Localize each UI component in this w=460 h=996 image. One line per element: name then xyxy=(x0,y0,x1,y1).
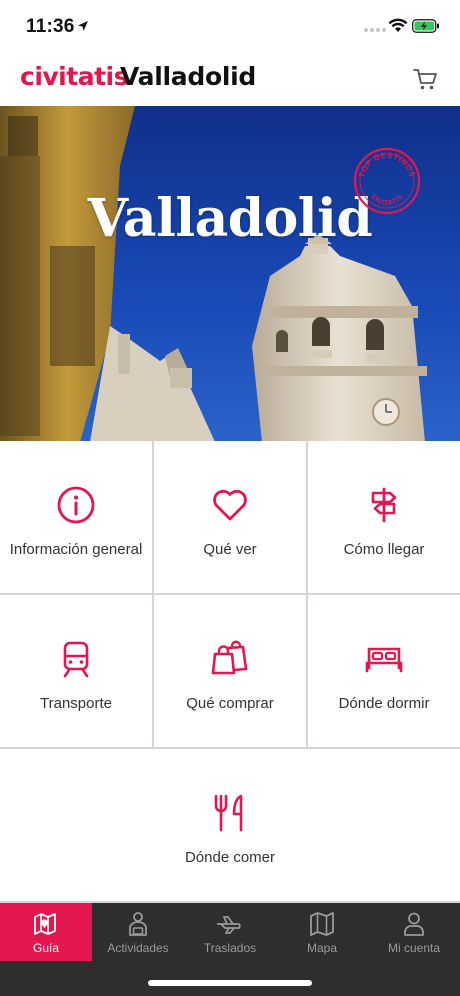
folded-map-icon xyxy=(310,912,334,936)
tab-mi-cuenta[interactable]: Mi cuenta xyxy=(368,903,460,961)
tile-label: Qué ver xyxy=(203,541,257,558)
page-title: Valladolid xyxy=(120,62,256,91)
tile-label: Cómo llegar xyxy=(343,541,425,558)
tab-mapa[interactable]: Mapa xyxy=(276,903,368,961)
tile-que-ver[interactable]: Qué ver xyxy=(154,441,306,593)
tab-guia[interactable]: Guía xyxy=(0,903,92,961)
activities-icon xyxy=(129,912,147,936)
bed-icon xyxy=(365,647,403,673)
tile-label: Dónde dormir xyxy=(338,695,430,712)
tab-label: Mi cuenta xyxy=(387,941,441,955)
tile-label: Información general xyxy=(9,541,143,558)
hero-banner: Valladolid TOP DESTINOS CIVITATIS xyxy=(0,106,460,442)
tile-como-llegar[interactable]: Cómo llegar xyxy=(308,441,460,593)
tab-label: Guía xyxy=(32,941,59,955)
tab-actividades[interactable]: Actividades xyxy=(92,903,184,961)
guide-grid: Información general Qué ver Cómo llegar xyxy=(0,441,460,903)
app-header: civitatis Valladolid xyxy=(0,56,460,106)
battery-charging-icon xyxy=(412,19,439,33)
wifi-icon xyxy=(388,18,408,32)
info-circle-icon xyxy=(57,486,95,524)
heart-icon xyxy=(213,489,247,521)
location-arrow-icon xyxy=(78,21,88,31)
tile-label: Qué comprar xyxy=(186,695,274,712)
map-icon xyxy=(34,913,56,935)
tab-label: Traslados xyxy=(203,941,257,955)
home-indicator[interactable] xyxy=(148,980,312,986)
fork-knife-icon xyxy=(214,794,243,832)
signpost-icon xyxy=(371,487,397,523)
tile-que-comprar[interactable]: Qué comprar xyxy=(154,595,306,747)
tab-label: Actividades xyxy=(107,941,169,955)
shopping-bags-icon xyxy=(211,640,248,675)
brand-logo[interactable]: civitatis xyxy=(20,62,128,91)
stamp-top-text: TOP DESTINOS xyxy=(357,151,416,179)
status-bar: 11:36 xyxy=(0,0,460,56)
tile-transporte[interactable]: Transporte xyxy=(0,595,152,747)
tile-donde-dormir[interactable]: Dónde dormir xyxy=(308,595,460,747)
plane-icon xyxy=(217,916,241,934)
status-time: 11:36 xyxy=(26,16,75,37)
tab-label: Mapa xyxy=(306,941,338,955)
user-icon xyxy=(404,912,424,936)
top-destinos-stamp: TOP DESTINOS CIVITATIS xyxy=(353,147,421,215)
signal-dots-icon xyxy=(364,28,386,32)
tab-traslados[interactable]: Traslados xyxy=(184,903,276,961)
tile-donde-comer[interactable]: Dónde comer xyxy=(0,749,460,901)
train-icon xyxy=(63,641,89,678)
tile-informacion-general[interactable]: Información general xyxy=(0,441,152,593)
shopping-cart-icon[interactable] xyxy=(412,66,438,92)
svg-text:TOP DESTINOS: TOP DESTINOS xyxy=(357,151,416,179)
tile-label: Dónde comer xyxy=(184,849,276,866)
tile-label: Transporte xyxy=(40,695,112,712)
